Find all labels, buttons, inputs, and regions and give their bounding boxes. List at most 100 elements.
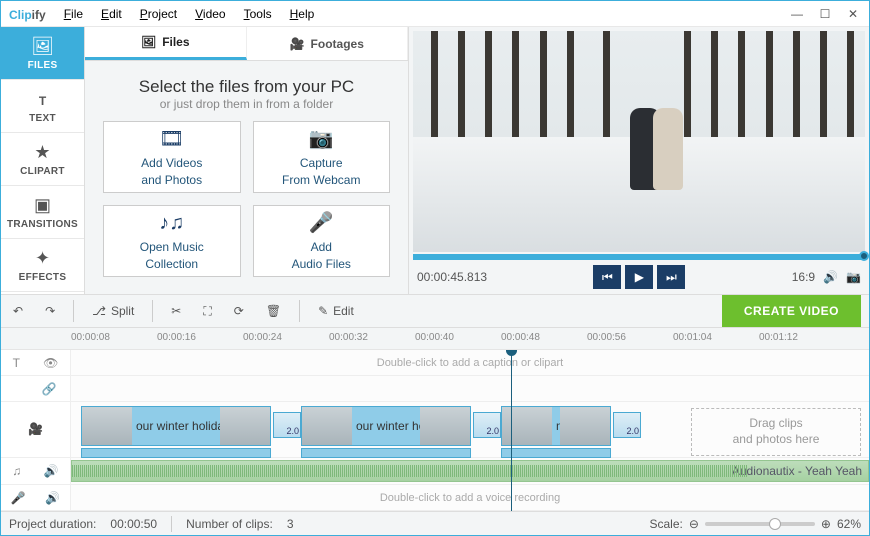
- audio-icon: 🎤: [309, 211, 334, 236]
- menu-help[interactable]: Help: [282, 4, 323, 24]
- zoom-out-button[interactable]: ⊖: [689, 517, 699, 531]
- play-button[interactable]: ▶: [625, 265, 653, 289]
- clip-thumbnail: [302, 407, 352, 445]
- voice-track-body[interactable]: Double-click to add a voice recording: [71, 485, 869, 510]
- video-clip[interactable]: me and: [501, 406, 611, 446]
- clip-audio-bar[interactable]: [501, 448, 611, 458]
- add-audio-files-button[interactable]: 🎤 Add Audio Files: [253, 205, 391, 277]
- scale-label: Scale:: [649, 517, 682, 531]
- window-controls: — ☐ ✕: [783, 4, 867, 24]
- crop-button[interactable]: ⛶: [199, 301, 215, 322]
- drop-zone[interactable]: Drag clips and photos here: [691, 408, 861, 456]
- titlebar: Clipify File Edit Project Video Tools He…: [1, 1, 869, 27]
- edit-icon: ✎: [318, 304, 328, 318]
- webcam-icon: 📷: [309, 127, 334, 152]
- tab-footages[interactable]: 🎥 Footages: [247, 27, 409, 60]
- clip-thumbnail: [82, 407, 132, 445]
- audio-track: ♫🔊 Audionautix - Yeah Yeah: [1, 458, 869, 485]
- timeline-ruler[interactable]: 00:00:0800:00:1600:00:2400:00:3200:00:40…: [1, 328, 869, 350]
- transition-block[interactable]: 2.0: [613, 412, 641, 438]
- ruler-tick: 00:00:56: [587, 332, 626, 343]
- wand-icon: ✦: [35, 248, 50, 269]
- zoom-value: 62%: [837, 517, 861, 531]
- clip-thumbnail: [420, 407, 470, 445]
- sidebar-item-clipart[interactable]: ★ CLIPART: [1, 133, 84, 186]
- redo-button[interactable]: ↷: [41, 301, 59, 321]
- menu-tools[interactable]: Tools: [236, 4, 280, 24]
- edit-toolbar: ↶ ↷ ⎇Split ✂ ⛶ ⟳ 🗑 ✎Edit CREATE VIDEO: [1, 294, 869, 328]
- project-duration: 00:00:50: [110, 517, 157, 531]
- audio-clip-label: Audionautix - Yeah Yeah: [732, 464, 862, 478]
- create-video-button[interactable]: CREATE VIDEO: [722, 295, 861, 327]
- panel-tabs: 🖼 Files 🎥 Footages: [85, 27, 408, 61]
- text-track-icon: T: [13, 356, 20, 370]
- transition-block[interactable]: 2.0: [273, 412, 301, 438]
- sidebar-item-effects[interactable]: ✦ EFFECTS: [1, 239, 84, 292]
- volume-icon[interactable]: 🔊: [823, 270, 838, 284]
- ruler-tick: 00:01:12: [759, 332, 798, 343]
- music-icon: ♪♫: [159, 211, 184, 236]
- zoom-in-button[interactable]: ⊕: [821, 517, 831, 531]
- minimize-button[interactable]: —: [783, 4, 811, 24]
- menu-file[interactable]: File: [56, 4, 91, 24]
- next-frame-button[interactable]: ⏭: [657, 265, 685, 289]
- audio-waveform: [72, 465, 748, 477]
- zoom-thumb[interactable]: [769, 518, 781, 530]
- maximize-button[interactable]: ☐: [811, 4, 839, 24]
- transition-block[interactable]: 2.0: [473, 412, 501, 438]
- sidebar-item-files[interactable]: 🖼 FILES: [1, 27, 84, 80]
- speaker-icon[interactable]: 🔊: [45, 491, 60, 505]
- ruler-tick: 00:00:48: [501, 332, 540, 343]
- aspect-ratio[interactable]: 16:9: [792, 270, 815, 284]
- video-clip[interactable]: our winter holidays.mp4: [81, 406, 271, 446]
- zoom-slider[interactable]: [705, 522, 815, 526]
- speaker-icon[interactable]: 🔊: [44, 464, 59, 478]
- sidebar-item-text[interactable]: T TEXT: [1, 80, 84, 133]
- undo-button[interactable]: ↶: [9, 301, 27, 321]
- cut-button[interactable]: ✂: [167, 301, 185, 321]
- menu-project[interactable]: Project: [132, 4, 185, 24]
- ruler-tick: 00:01:04: [673, 332, 712, 343]
- playhead[interactable]: [511, 350, 512, 511]
- voice-hint: Double-click to add a voice recording: [71, 485, 869, 510]
- video-track-body[interactable]: Drag clips and photos here our winter ho…: [71, 402, 869, 457]
- clip-audio-bar[interactable]: [301, 448, 471, 458]
- clip-thumbnail: [560, 407, 610, 445]
- timecode: 00:00:45.813: [417, 270, 487, 284]
- open-music-collection-button[interactable]: ♪♫ Open Music Collection: [103, 205, 241, 277]
- clip-name: me and: [552, 419, 560, 433]
- sidebar-item-label: FILES: [28, 60, 58, 71]
- clip-thumbnail: [502, 407, 552, 445]
- audio-clip[interactable]: Audionautix - Yeah Yeah: [71, 460, 869, 482]
- progress-knob[interactable]: [859, 251, 869, 261]
- prev-frame-button[interactable]: ⏮: [593, 265, 621, 289]
- add-videos-photos-button[interactable]: 🎞 Add Videos and Photos: [103, 121, 241, 193]
- clip-name: our winter holidays.mp4: [132, 419, 220, 433]
- delete-button[interactable]: 🗑: [262, 301, 285, 321]
- sidebar-item-transitions[interactable]: ▣ TRANSITIONS: [1, 186, 84, 239]
- preview-video[interactable]: [413, 31, 865, 252]
- audio-track-body[interactable]: Audionautix - Yeah Yeah: [71, 458, 869, 484]
- tab-files[interactable]: 🖼 Files: [85, 27, 247, 60]
- panel-subheading: or just drop them in from a folder: [103, 97, 390, 111]
- clip-audio-bar[interactable]: [81, 448, 271, 458]
- snapshot-icon[interactable]: 📷: [846, 270, 861, 284]
- capture-webcam-button[interactable]: 📷 Capture From Webcam: [253, 121, 391, 193]
- caption-track-body[interactable]: Double-click to add a caption or clipart: [71, 350, 869, 375]
- preview-progress[interactable]: [413, 254, 865, 260]
- split-button[interactable]: ⎇Split: [88, 301, 138, 321]
- menu-video[interactable]: Video: [187, 4, 233, 24]
- text-icon: T: [39, 89, 46, 110]
- close-button[interactable]: ✕: [839, 4, 867, 24]
- ruler-tick: 00:00:32: [329, 332, 368, 343]
- video-track-icon: 🎥: [28, 422, 43, 436]
- link-icon[interactable]: 🔗: [42, 382, 57, 396]
- menu-edit[interactable]: Edit: [93, 4, 130, 24]
- caption-track: T 👁 Double-click to add a caption or clip…: [1, 350, 869, 376]
- eye-icon[interactable]: 👁: [43, 356, 58, 370]
- split-icon: ⎇: [92, 304, 106, 318]
- ruler-tick: 00:00:08: [71, 332, 110, 343]
- video-clip[interactable]: our winter holidays.mp: [301, 406, 471, 446]
- edit-button[interactable]: ✎Edit: [314, 301, 358, 321]
- rotate-button[interactable]: ⟳: [230, 301, 248, 321]
